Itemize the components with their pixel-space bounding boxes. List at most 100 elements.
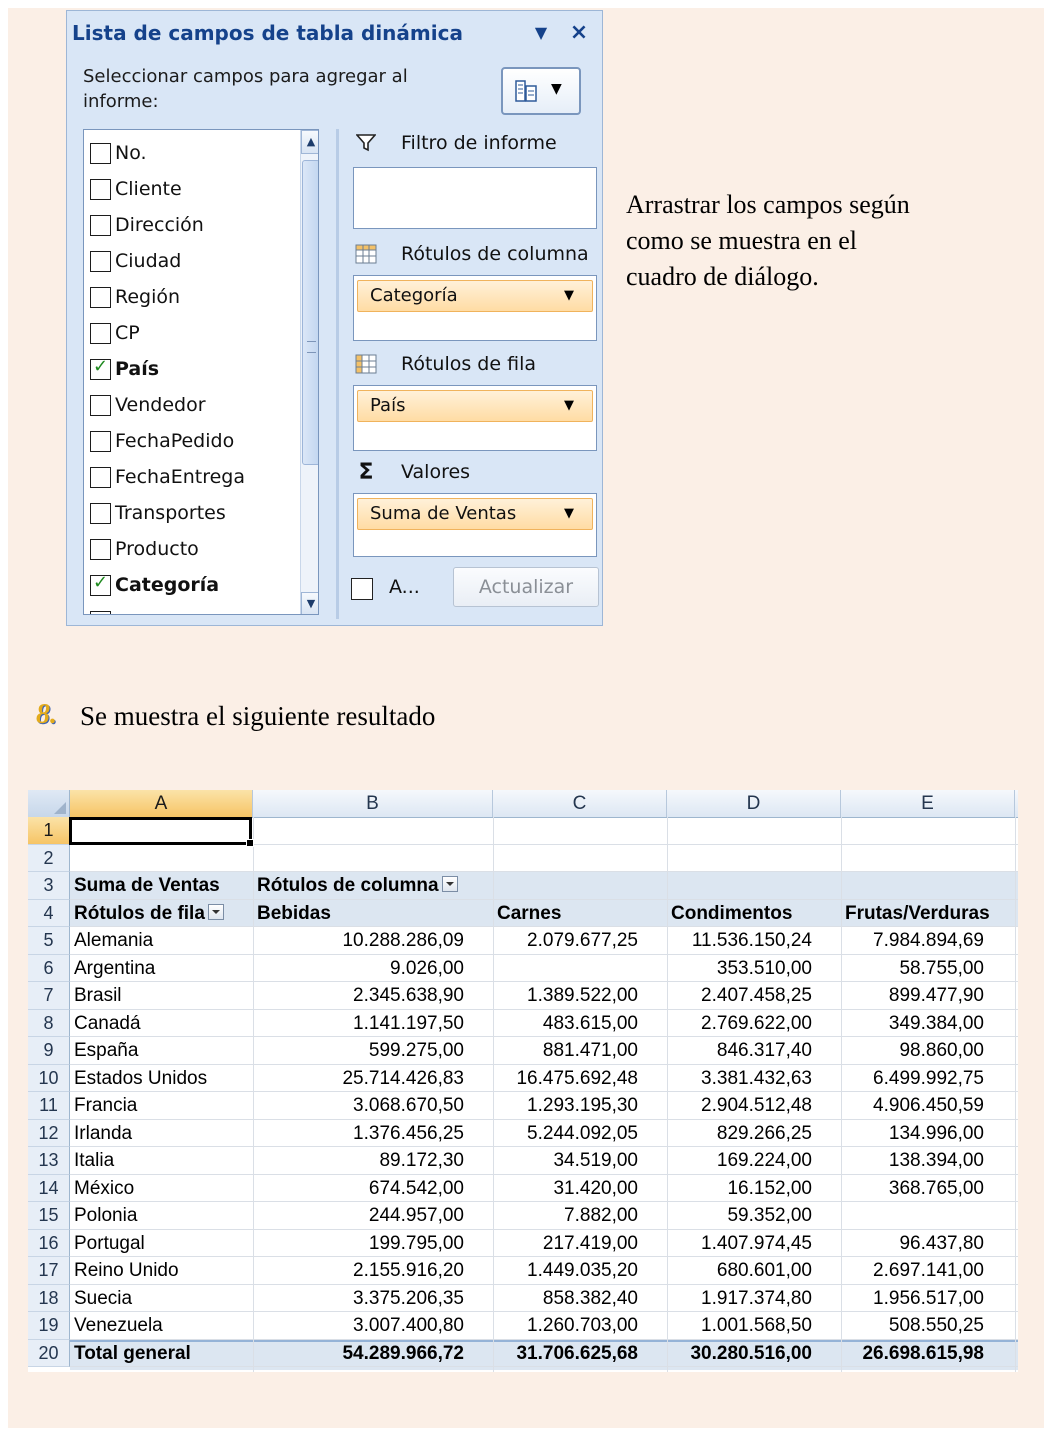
defer-update-checkbox[interactable]: [351, 578, 373, 600]
value-cell[interactable]: 96.437,80: [841, 1230, 984, 1257]
row-header[interactable]: 4: [28, 899, 70, 927]
chevron-down-icon[interactable]: ▼: [564, 281, 574, 311]
field-item[interactable]: Ciudad: [90, 246, 181, 276]
value-cell[interactable]: 3.381.432,63: [667, 1065, 812, 1092]
country-cell[interactable]: Estados Unidos: [74, 1065, 207, 1092]
country-cell[interactable]: España: [74, 1037, 138, 1064]
value-cell[interactable]: 9.026,00: [253, 955, 464, 982]
column-filter-dropdown-icon[interactable]: [441, 875, 458, 892]
value-cell[interactable]: [841, 1202, 984, 1229]
country-cell[interactable]: Reino Unido: [74, 1257, 179, 1284]
field-checkbox[interactable]: [90, 610, 111, 614]
select-all-corner[interactable]: [28, 790, 70, 817]
active-cell-a1[interactable]: [69, 817, 254, 847]
field-item[interactable]: Categoría: [90, 570, 219, 600]
value-cell[interactable]: 1.141.197,50: [253, 1010, 464, 1037]
value-cell[interactable]: 169.224,00: [667, 1147, 812, 1174]
value-cell[interactable]: 2.407.458,25: [667, 982, 812, 1009]
field-checkbox[interactable]: [90, 142, 111, 164]
field-item[interactable]: Producto: [90, 534, 199, 564]
value-cell[interactable]: 1.407.974,45: [667, 1230, 812, 1257]
row-header[interactable]: 19: [28, 1312, 70, 1340]
row-header[interactable]: 12: [28, 1119, 70, 1147]
field-item[interactable]: CP: [90, 318, 140, 348]
country-cell[interactable]: Alemania: [74, 927, 153, 954]
value-cell[interactable]: 3.375.206,35: [253, 1285, 464, 1312]
field-item[interactable]: [90, 606, 115, 614]
row-header[interactable]: 13: [28, 1147, 70, 1175]
value-cell[interactable]: 1.917.374,80: [667, 1285, 812, 1312]
panel-splitter[interactable]: [336, 129, 339, 619]
total-value-cell[interactable]: 26.698.615,98: [841, 1340, 984, 1367]
field-item[interactable]: Transportes: [90, 498, 226, 528]
field-checkbox[interactable]: [90, 466, 111, 488]
chevron-down-icon[interactable]: ▼: [531, 23, 551, 43]
row-header[interactable]: 14: [28, 1174, 70, 1202]
row-header[interactable]: 3: [28, 872, 70, 900]
value-cell[interactable]: 89.172,30: [253, 1147, 464, 1174]
row-header[interactable]: 16: [28, 1229, 70, 1257]
field-checkbox[interactable]: [90, 538, 111, 560]
value-cell[interactable]: 58.755,00: [841, 955, 984, 982]
field-checkbox[interactable]: [90, 572, 111, 596]
values-field-chip[interactable]: Suma de Ventas ▼: [357, 498, 593, 530]
value-cell[interactable]: 2.155.916,20: [253, 1257, 464, 1284]
field-item[interactable]: FechaEntrega: [90, 462, 245, 492]
value-cell[interactable]: 134.996,00: [841, 1120, 984, 1147]
row-labels-drop-zone[interactable]: País ▼: [353, 385, 597, 451]
row-header[interactable]: 9: [28, 1037, 70, 1065]
values-header-cell[interactable]: Suma de Ventas: [74, 872, 220, 899]
row-header[interactable]: 18: [28, 1284, 70, 1312]
value-cell[interactable]: 2.079.677,25: [493, 927, 638, 954]
total-value-cell[interactable]: 30.280.516,00: [667, 1340, 812, 1367]
country-cell[interactable]: Polonia: [74, 1202, 137, 1229]
value-cell[interactable]: 7.882,00: [493, 1202, 638, 1229]
row-header[interactable]: 6: [28, 954, 70, 982]
row-field-chip[interactable]: País ▼: [357, 390, 593, 422]
value-cell[interactable]: 1.376.456,25: [253, 1120, 464, 1147]
row-header[interactable]: 7: [28, 982, 70, 1010]
column-labels-drop-zone[interactable]: Categoría ▼: [353, 275, 597, 341]
value-cell[interactable]: 217.419,00: [493, 1230, 638, 1257]
row-filter-dropdown-icon[interactable]: [207, 903, 224, 920]
value-cell[interactable]: 353.510,00: [667, 955, 812, 982]
row-header[interactable]: 8: [28, 1009, 70, 1037]
value-cell[interactable]: 1.956.517,00: [841, 1285, 984, 1312]
value-cell[interactable]: 2.345.638,90: [253, 982, 464, 1009]
value-cell[interactable]: 858.382,40: [493, 1285, 638, 1312]
value-cell[interactable]: 59.352,00: [667, 1202, 812, 1229]
row-header[interactable]: 15: [28, 1202, 70, 1230]
value-cell[interactable]: 199.795,00: [253, 1230, 464, 1257]
category-header-cell[interactable]: Condimentos: [671, 900, 792, 927]
value-cell[interactable]: 1.449.035,20: [493, 1257, 638, 1284]
value-cell[interactable]: 483.615,00: [493, 1010, 638, 1037]
value-cell[interactable]: 2.697.141,00: [841, 1257, 984, 1284]
country-cell[interactable]: México: [74, 1175, 134, 1202]
value-cell[interactable]: 680.601,00: [667, 1257, 812, 1284]
field-layout-button[interactable]: ▼: [501, 67, 581, 115]
field-checkbox[interactable]: [90, 430, 111, 452]
value-cell[interactable]: 508.550,25: [841, 1312, 984, 1339]
row-header[interactable]: 11: [28, 1092, 70, 1120]
field-checkbox[interactable]: [90, 356, 111, 380]
value-cell[interactable]: 244.957,00: [253, 1202, 464, 1229]
field-list[interactable]: No. Cliente Dirección Ciudad Región CP P…: [83, 129, 319, 615]
total-label-cell[interactable]: Total general: [74, 1340, 191, 1367]
value-cell[interactable]: 31.420,00: [493, 1175, 638, 1202]
scroll-down-icon[interactable]: ▼: [301, 592, 318, 614]
value-cell[interactable]: 3.007.400,80: [253, 1312, 464, 1339]
row-header[interactable]: 10: [28, 1064, 70, 1092]
category-header-cell[interactable]: Bebidas: [257, 900, 331, 927]
spreadsheet[interactable]: A B C D E 1 2 3 4 5 6 7 8 9 10 11 12 13 14 15 16 17 18 19 2…: [28, 790, 1018, 1372]
field-item[interactable]: Dirección: [90, 210, 204, 240]
row-header[interactable]: 17: [28, 1257, 70, 1285]
country-cell[interactable]: Portugal: [74, 1230, 145, 1257]
row-header[interactable]: 1: [28, 817, 70, 845]
field-item[interactable]: No.: [90, 138, 147, 168]
country-cell[interactable]: Argentina: [74, 955, 155, 982]
value-cell[interactable]: 11.536.150,24: [667, 927, 812, 954]
total-value-cell[interactable]: 54.289.966,72: [253, 1340, 464, 1367]
scroll-up-icon[interactable]: ▲: [301, 130, 318, 154]
value-cell[interactable]: 368.765,00: [841, 1175, 984, 1202]
column-header-c[interactable]: C: [493, 790, 667, 817]
